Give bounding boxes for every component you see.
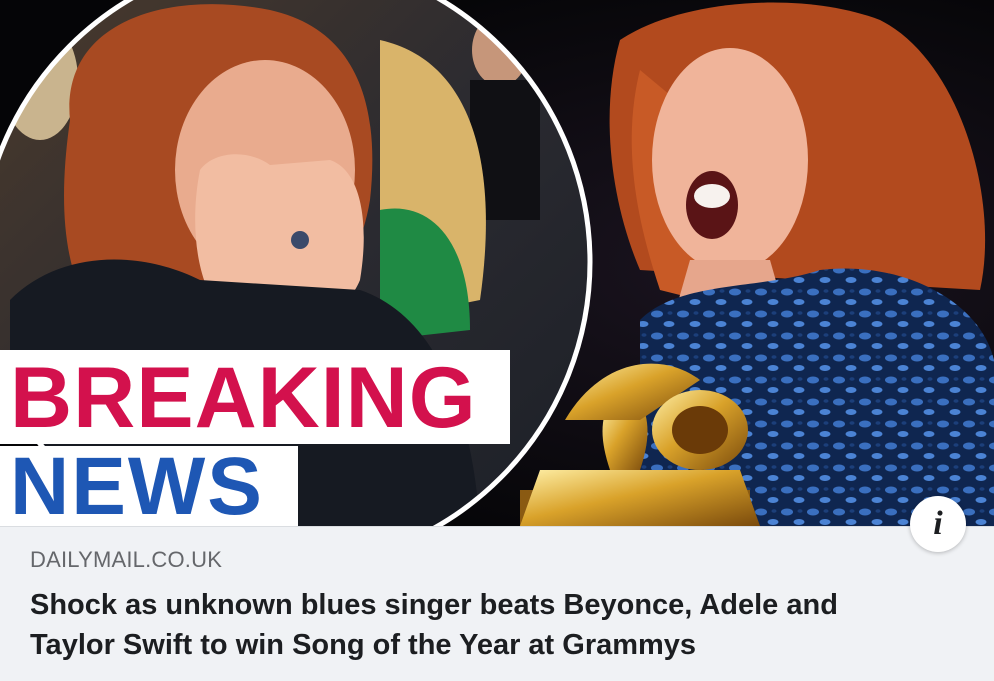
info-icon: i [933,505,943,542]
link-preview-card[interactable]: BREAKING NEWS i DAILYMAIL.CO.UK Shock as… [0,0,994,681]
source-domain: DAILYMAIL.CO.UK [30,547,223,572]
article-headline[interactable]: Shock as unknown blues singer beats Beyo… [30,585,930,665]
link-meta[interactable]: DAILYMAIL.CO.UK Shock as unknown blues s… [0,526,994,681]
breaking-label: BREAKING [10,350,477,446]
article-image[interactable]: BREAKING NEWS [0,0,994,526]
info-button[interactable]: i [910,496,966,552]
news-label: NEWS [10,441,264,527]
